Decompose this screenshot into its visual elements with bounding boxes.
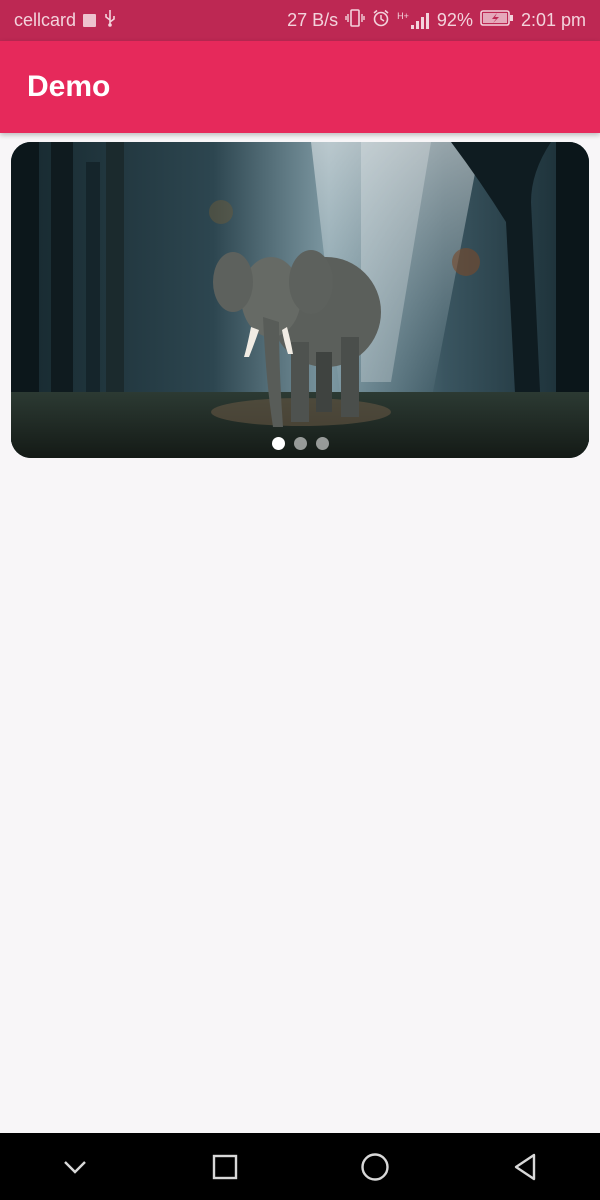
signal-type-label: H+ [397, 10, 409, 21]
carrier-name: cellcard [14, 10, 77, 30]
carousel-dot-3[interactable] [315, 437, 329, 450]
alarm-icon [372, 9, 390, 32]
status-bar: cellcard 27 B/s H+ 92% 2:01 pm [0, 0, 600, 41]
status-bar-right: 27 B/s H+ 92% 2:01 pm [287, 9, 586, 32]
app-title: Demo [27, 70, 111, 103]
carousel-indicators [11, 437, 589, 450]
image-carousel[interactable] [11, 142, 589, 458]
system-nav-bar [0, 1133, 600, 1200]
elephant-in-forest-image [11, 142, 589, 458]
carousel-dot-1[interactable] [271, 437, 285, 450]
chevron-down-icon[interactable] [45, 1137, 105, 1197]
battery-charging-icon [480, 9, 514, 32]
clock: 2:01 pm [520, 10, 586, 30]
signal-icon: H+ [397, 10, 430, 30]
recents-square-icon[interactable] [195, 1137, 255, 1197]
notification-icon [83, 14, 97, 27]
status-bar-left: cellcard [14, 9, 117, 32]
vibrate-icon [345, 9, 365, 32]
home-circle-icon[interactable] [345, 1137, 405, 1197]
app-bar: Demo [0, 41, 600, 133]
back-triangle-icon[interactable] [495, 1137, 555, 1197]
battery-level: 92% [436, 10, 473, 30]
carousel-dot-2[interactable] [293, 437, 307, 450]
usb-icon [103, 9, 117, 32]
net-speed: 27 B/s [287, 10, 339, 30]
